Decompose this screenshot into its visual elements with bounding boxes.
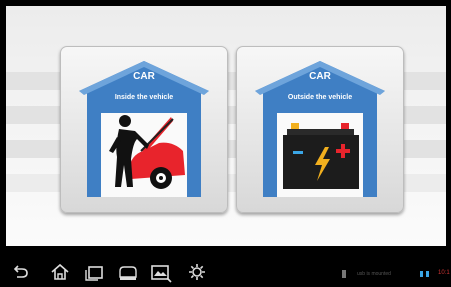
- home-icon[interactable]: [50, 263, 70, 281]
- back-icon[interactable]: [12, 263, 30, 281]
- main-screen: CAR Inside the vehicle CAR Outside the v…: [6, 6, 446, 246]
- navigation-bar: usb is mounted 10:1: [0, 258, 451, 287]
- outside-vehicle-card[interactable]: CAR Outside the vehicle: [236, 46, 404, 213]
- bluetooth-icon: [420, 271, 429, 277]
- recent-apps-icon[interactable]: [84, 263, 104, 281]
- usb-icon: [342, 270, 346, 278]
- mechanic-car-icon: [109, 115, 185, 189]
- battery-icon: [283, 123, 359, 189]
- settings-icon[interactable]: [188, 263, 206, 281]
- vci-icon[interactable]: [117, 263, 139, 281]
- screenshot-icon[interactable]: [150, 263, 172, 283]
- clock: 10:1: [438, 270, 450, 276]
- inside-vehicle-card[interactable]: CAR Inside the vehicle: [60, 46, 228, 213]
- status-text: usb is mounted: [357, 271, 391, 277]
